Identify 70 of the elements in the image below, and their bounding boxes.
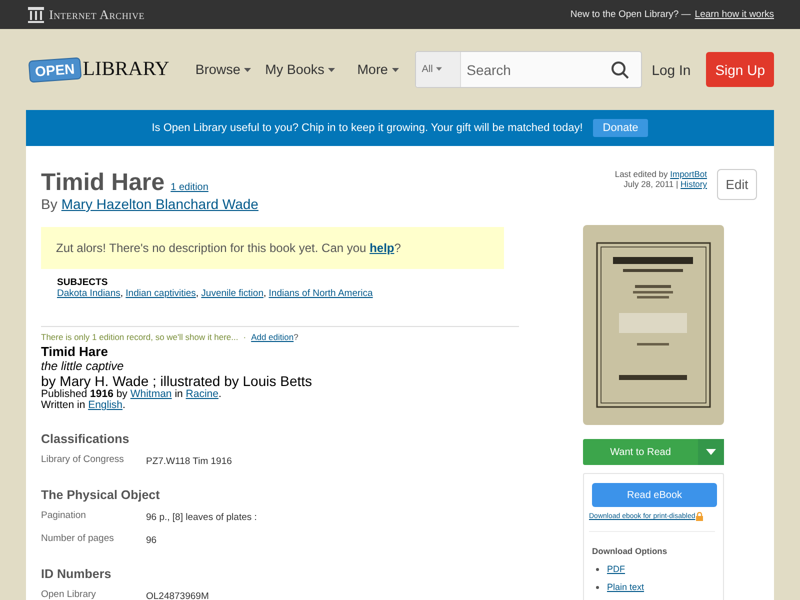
section-heading: ID Numbers [41,567,112,581]
edition-title: Timid Hare [41,344,109,359]
section-heading: The Physical Object [41,488,161,502]
download-link[interactable]: PDF [607,564,625,574]
banner-text: Is Open Library useful to you? Chip in to keep it growing. Your gift will be matched today! [152,122,583,134]
history-link[interactable]: History [680,179,707,189]
author-link[interactable]: Mary Hazelton Blanchard Wade [61,196,258,212]
comma: , [196,288,199,299]
language-link[interactable]: English [88,399,123,411]
caret-icon [328,68,336,72]
bullet-icon [596,568,599,570]
subject-link[interactable]: Dakota Indians [57,288,120,299]
edition-subtitle: the little captive [41,359,125,373]
field-label: Open Library [41,589,97,600]
logo-sign: OPEN [28,56,82,82]
work-title: Timid Hare [41,170,165,196]
last-edited-text: Last edited by ImportBot [614,169,707,179]
download-link[interactable]: Plain text [607,582,644,592]
description-text: Zut alors! There's no description for this book yet. Can you help? [56,241,401,255]
search-scope[interactable]: All [416,52,461,87]
field-value: PZ7.W118 Tim 1916 [146,456,232,467]
search-field[interactable]: All Search [414,51,642,88]
comma: , [120,288,124,299]
lock-icon [696,512,704,521]
learn-link[interactable]: Learn how it works [694,9,774,20]
archive-building-icon [28,6,44,22]
field-label: Pagination [41,510,87,523]
publisher-link[interactable]: Whitman [130,388,172,400]
edit-button[interactable]: Edit [717,169,757,200]
login-link[interactable]: Log In [652,62,691,78]
help-link[interactable]: help [370,241,394,255]
caret-icon [436,67,442,72]
logo-text: LIBRARY [82,58,170,81]
open-library-logo[interactable]: OPEN LIBRARY [29,58,170,81]
add-edition-link[interactable]: Add edition [251,332,294,342]
bullet-icon [596,586,599,588]
nav-menu[interactable]: Browse [195,62,252,77]
field-value: 96 p., [8] leaves of plates : [146,512,257,523]
caret-icon [244,68,252,72]
published-line: Published 1916 by Whitman in Racine. [41,389,222,400]
edit-date-text: July 28, 2011 | History [624,179,707,189]
dropdown-toggle[interactable] [698,439,724,465]
edition-notice: There is only 1 edition record, so we'll show it here... [41,332,238,342]
edition-link[interactable]: 1 edition [170,182,208,193]
subjects-heading: SUBJECTS [57,277,109,288]
field-label: Library of Congress [41,454,125,467]
comma: , [263,288,266,299]
language-line: Written in English. [41,400,126,411]
user-link[interactable]: ImportBot [670,169,707,179]
separator: · [243,332,246,342]
field-value: OL24873969M [146,591,209,600]
caret-icon [392,68,399,72]
subject-link[interactable]: Juvenile fiction [201,288,264,299]
nav-menu[interactable]: More [357,62,399,77]
search-icon[interactable] [610,60,629,78]
subject-link[interactable]: Indians of North America [268,288,373,299]
nav-menu[interactable]: My Books [265,62,336,77]
by-label: By [41,196,58,212]
caret-icon [706,449,716,455]
internet-archive-logo[interactable]: Internet Archive [49,6,145,22]
signup-button[interactable]: Sign Up [706,52,774,87]
promo-text: New to the Open Library? — [570,9,691,20]
field-label: Number of pages [41,533,115,546]
download-options-heading: Download Options [592,546,668,556]
place-link[interactable]: Racine [186,388,218,400]
subject-link[interactable]: Indian captivities [126,288,196,299]
section-heading: Classifications [41,432,130,446]
edition-byline: by Mary H. Wade ; illustrated by Louis Betts [41,373,314,389]
field-value: 96 [146,535,157,546]
add-edition-text: Add edition? [251,332,298,342]
